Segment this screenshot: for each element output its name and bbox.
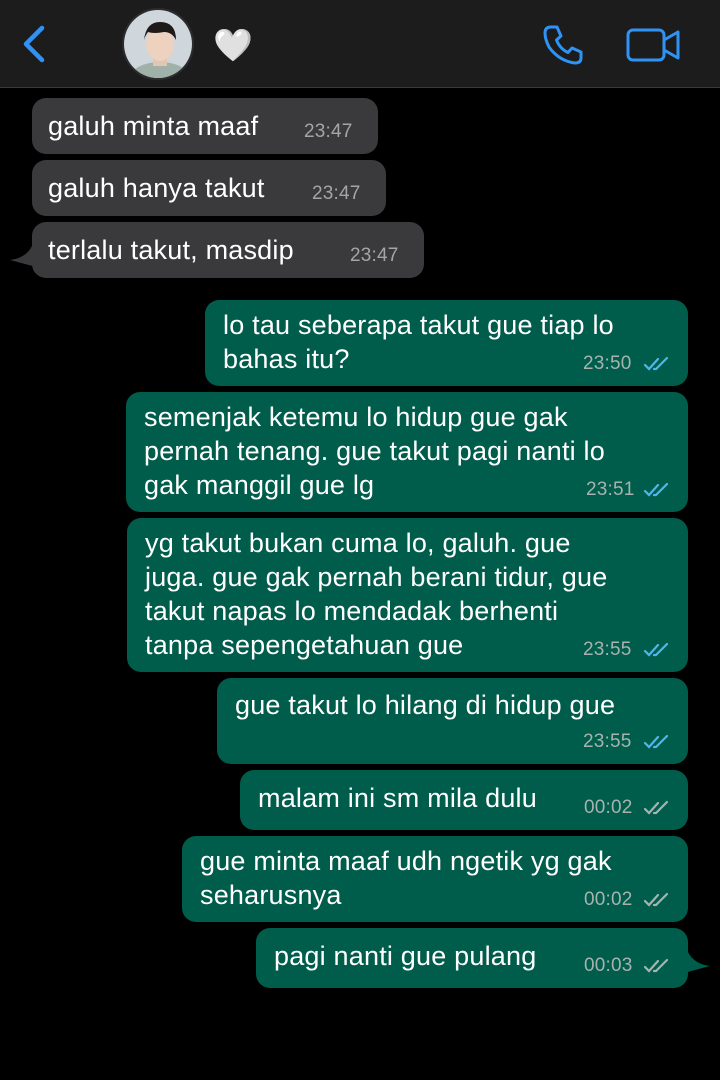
message-bubble-outgoing[interactable]: yg takut bukan cuma lo, galuh. gue juga.… [127,518,688,672]
message-time: 00:02 [584,797,633,818]
message-text: galuh minta maaf [48,111,259,141]
message-time: 00:03 [584,955,633,976]
message-text: pagi nanti gue pulang [274,941,537,971]
message-time: 23:55 [583,639,632,660]
message-text: malam ini sm mila dulu [258,783,537,813]
message-bubble-incoming[interactable]: terlalu takut, masdip 23:47 [32,222,424,278]
video-camera-icon [626,28,680,62]
back-button[interactable] [14,22,54,66]
read-ticks-icon [643,356,669,371]
message-time: 00:02 [584,889,633,910]
message-time: 23:51 [586,479,635,500]
message-bubble-outgoing[interactable]: pagi nanti gue pulang 00:03 [256,928,688,988]
avatar-photo [124,10,192,78]
delivered-ticks-icon [643,800,669,815]
message-time: 23:47 [350,245,399,266]
bubble-tail-incoming [10,246,40,268]
video-call-button[interactable] [624,22,684,68]
chat-header: 🤍 [0,0,720,88]
contact-name[interactable]: 🤍 [212,24,254,66]
message-text: terlalu takut, masdip [48,235,294,265]
bubble-tail-outgoing [680,952,710,974]
message-text: lo tau seberapa takut gue tiap lo bahas … [223,310,614,374]
voice-call-button[interactable] [538,22,588,68]
message-time: 23:55 [583,731,632,752]
message-text: gue takut lo hilang di hidup gue [235,690,616,720]
delivered-ticks-icon [643,892,669,907]
read-ticks-icon [643,734,669,749]
read-ticks-icon [643,642,669,657]
message-bubble-outgoing[interactable]: gue minta maaf udh ngetik yg gak seharus… [182,836,688,922]
delivered-ticks-icon [643,958,669,973]
message-bubble-incoming[interactable]: galuh hanya takut 23:47 [32,160,386,216]
message-time: 23:47 [304,121,353,142]
white-heart-icon: 🤍 [213,27,253,63]
message-bubble-outgoing[interactable]: lo tau seberapa takut gue tiap lo bahas … [205,300,688,386]
phone-icon [543,25,583,65]
message-text: gue minta maaf udh ngetik yg gak seharus… [200,846,612,910]
message-time: 23:50 [583,353,632,374]
message-bubble-outgoing[interactable]: malam ini sm mila dulu 00:02 [240,770,688,830]
message-time: 23:47 [312,183,361,204]
back-chevron-icon [23,25,45,63]
message-text: semenjak ketemu lo hidup gue gak pernah … [144,402,605,500]
message-text: galuh hanya takut [48,173,265,203]
contact-avatar[interactable] [122,8,194,80]
message-bubble-incoming[interactable]: galuh minta maaf 23:47 [32,98,378,154]
message-bubble-outgoing[interactable]: semenjak ketemu lo hidup gue gak pernah … [126,392,688,512]
read-ticks-icon [643,482,669,497]
message-text: yg takut bukan cuma lo, galuh. gue juga.… [145,528,608,660]
message-bubble-outgoing[interactable]: gue takut lo hilang di hidup gue 23:55 [217,678,688,764]
